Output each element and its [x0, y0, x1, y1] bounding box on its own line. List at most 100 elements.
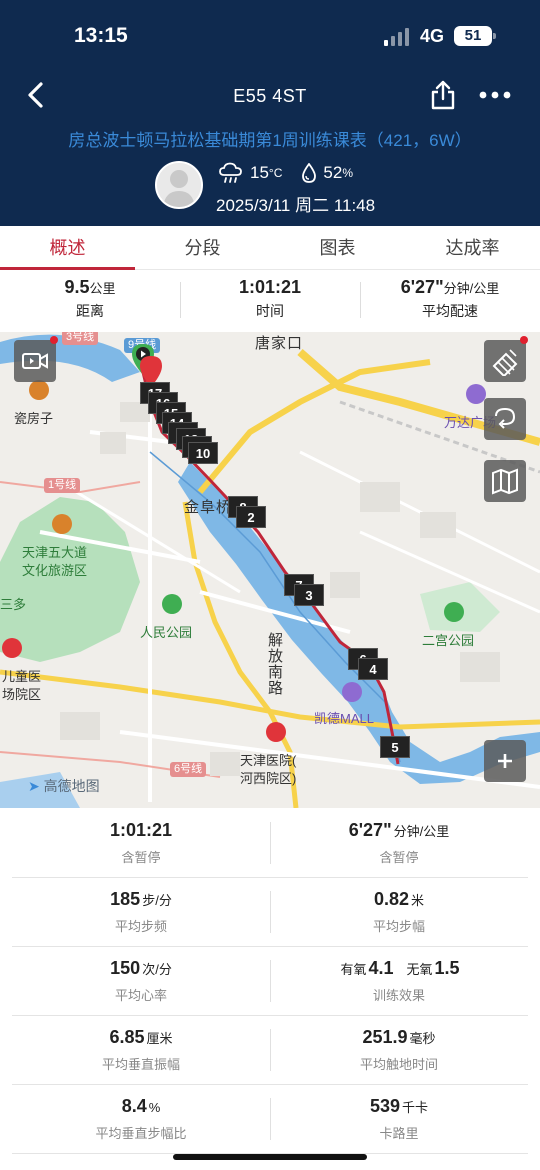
track-toggle-button[interactable] — [484, 398, 526, 440]
km-marker[interactable]: 5 — [380, 736, 410, 758]
status-time: 13:15 — [74, 24, 128, 47]
stat-label: 平均心率 — [114, 988, 167, 1003]
amap-logo: ➤ 高德地图 — [28, 776, 100, 796]
scenic-icon — [52, 514, 72, 534]
anaerobic-value: 1.5 — [434, 958, 460, 978]
map-label-tangjiakou: 唐家口 — [255, 335, 304, 352]
stat-value: 6'27" — [348, 820, 392, 840]
battery-icon: 51 — [454, 26, 496, 46]
stat-label: 训练效果 — [372, 988, 425, 1003]
stat-value: 0.82 — [373, 889, 410, 909]
distance-value: 9.5 — [64, 277, 90, 297]
map-label-renmin-park: 人民公园 — [140, 625, 193, 640]
stat-label: 平均步频 — [114, 919, 167, 934]
stat-value: 150 — [110, 958, 141, 978]
map-layer-button[interactable] — [484, 460, 526, 502]
track-loop-icon — [495, 407, 516, 429]
tab-achievement[interactable]: 达成率 — [405, 226, 540, 269]
stat-label: 含暂停 — [379, 850, 419, 865]
stat-row: 185 步/分 平均步频 0.82 米 平均步幅 — [12, 879, 528, 947]
stat-label: 卡路里 — [379, 1126, 419, 1141]
km-marker[interactable]: 2 — [236, 506, 266, 528]
stat-heart-rate: 150 次/分 平均心率 — [12, 948, 270, 1015]
park-icon — [162, 594, 182, 614]
stat-unit: 千卡 — [402, 1100, 429, 1115]
park-icon — [444, 602, 464, 622]
map-icon — [492, 468, 518, 495]
landmark-icon — [29, 380, 49, 400]
route-map[interactable]: 唐家口 瓷房子 万达广场 金阜桥 天津五大道 文化旅游区 三多 人民公园 二宫公… — [0, 332, 540, 808]
stat-cadence: 185 步/分 平均步频 — [12, 879, 270, 946]
stat-vertical-oscillation: 6.85 厘米 平均垂直振幅 — [12, 1017, 270, 1084]
stat-stride: 0.82 米 平均步幅 — [270, 879, 528, 946]
stat-value: 6.85 — [109, 1027, 145, 1047]
summary-bar: 9.5公里 距离 1:01:21 时间 6'27"分钟/公里 平均配速 — [0, 272, 540, 332]
metro-line-1: 1号线 — [44, 478, 81, 493]
map-label-wudadao-1: 天津五大道 — [22, 545, 88, 560]
stat-unit: 毫秒 — [409, 1031, 436, 1046]
notification-dot — [520, 336, 528, 344]
more-icon[interactable] — [478, 84, 512, 106]
temperature: 15 — [250, 163, 269, 182]
tab-overview[interactable]: 概述 — [0, 226, 135, 270]
map-label-erguan-park: 二宫公园 — [422, 633, 475, 648]
stat-row: 1:01:21 含暂停 6'27" 分钟/公里 含暂停 — [12, 810, 528, 878]
metro-line-6: 6号线 — [170, 762, 207, 777]
km-marker[interactable]: 3 — [294, 584, 324, 606]
summary-pace: 6'27"分钟/公里 平均配速 — [360, 272, 540, 332]
network-type: 4G — [420, 26, 445, 46]
map-style-icon — [492, 349, 518, 376]
stat-unit: 米 — [411, 893, 425, 908]
tab-charts[interactable]: 图表 — [270, 226, 405, 269]
home-indicator[interactable] — [173, 1154, 367, 1160]
stat-value: 1:01:21 — [109, 820, 173, 840]
anaerobic-label: 无氧 — [406, 962, 433, 977]
humidity-unit: % — [342, 166, 353, 180]
stat-calories: 539 千卡 卡路里 — [270, 1086, 528, 1153]
hospital-icon — [266, 722, 286, 742]
summary-time: 1:01:21 时间 — [180, 272, 360, 332]
nav-bar: E55 4ST — [0, 78, 540, 114]
humidity-icon — [302, 163, 317, 183]
stat-row: 150 次/分 平均心率 有氧 4.1 无氧 1.5 训练效果 — [12, 948, 528, 1016]
distance-unit: 公里 — [89, 281, 116, 296]
rain-cloud-icon — [219, 162, 242, 183]
km-marker[interactable]: 10 — [188, 442, 218, 464]
stat-unit: % — [148, 1100, 161, 1115]
mall-icon — [466, 384, 486, 404]
aerobic-label: 有氧 — [340, 962, 367, 977]
share-icon[interactable] — [430, 80, 456, 110]
stat-row: 8.4% 平均垂直步幅比 539 千卡 卡路里 — [12, 1086, 528, 1154]
training-plan-link[interactable]: 房总波士顿马拉松基础期第1周训练课表（421，6W） — [0, 126, 540, 151]
zoom-in-button[interactable] — [484, 740, 526, 782]
plus-icon — [498, 754, 512, 768]
stat-label: 平均垂直步幅比 — [95, 1126, 187, 1141]
stat-value: 185 — [110, 889, 141, 909]
stat-total-time: 1:01:21 含暂停 — [12, 810, 270, 877]
map-label-sanduo: 三多 — [0, 597, 27, 612]
video-replay-button[interactable] — [14, 340, 56, 382]
header: 13:15 4G 51 E55 4ST 房总波士顿马拉松基础期第1周训练课表（4… — [0, 0, 540, 226]
stat-label: 平均触地时间 — [359, 1057, 438, 1072]
map-label-children-hosp-2: 场院区 — [2, 687, 42, 702]
km-marker[interactable]: 4 — [358, 658, 388, 680]
hospital-icon — [2, 638, 22, 658]
temperature-unit: °C — [268, 166, 283, 180]
avatar[interactable] — [155, 161, 203, 209]
distance-label: 距离 — [76, 303, 104, 319]
stat-unit: 分钟/公里 — [393, 824, 450, 839]
activity-title: E55 4ST — [233, 86, 307, 106]
stat-unit: 步/分 — [142, 893, 172, 908]
notification-dot — [50, 336, 58, 344]
metro-line-3: 3号线 — [62, 332, 99, 345]
signal-icon — [384, 28, 412, 46]
pace-value: 6'27" — [400, 277, 444, 297]
stat-value: 8.4 — [121, 1096, 147, 1116]
map-label-jinbuqiao: 金阜桥 — [184, 499, 233, 516]
stat-label: 含暂停 — [121, 850, 161, 865]
status-bar: 13:15 4G 51 — [0, 0, 540, 72]
map-style-button[interactable] — [484, 340, 526, 382]
time-label: 时间 — [256, 303, 284, 319]
stat-total-pace: 6'27" 分钟/公里 含暂停 — [270, 810, 528, 877]
tab-splits[interactable]: 分段 — [135, 226, 270, 269]
